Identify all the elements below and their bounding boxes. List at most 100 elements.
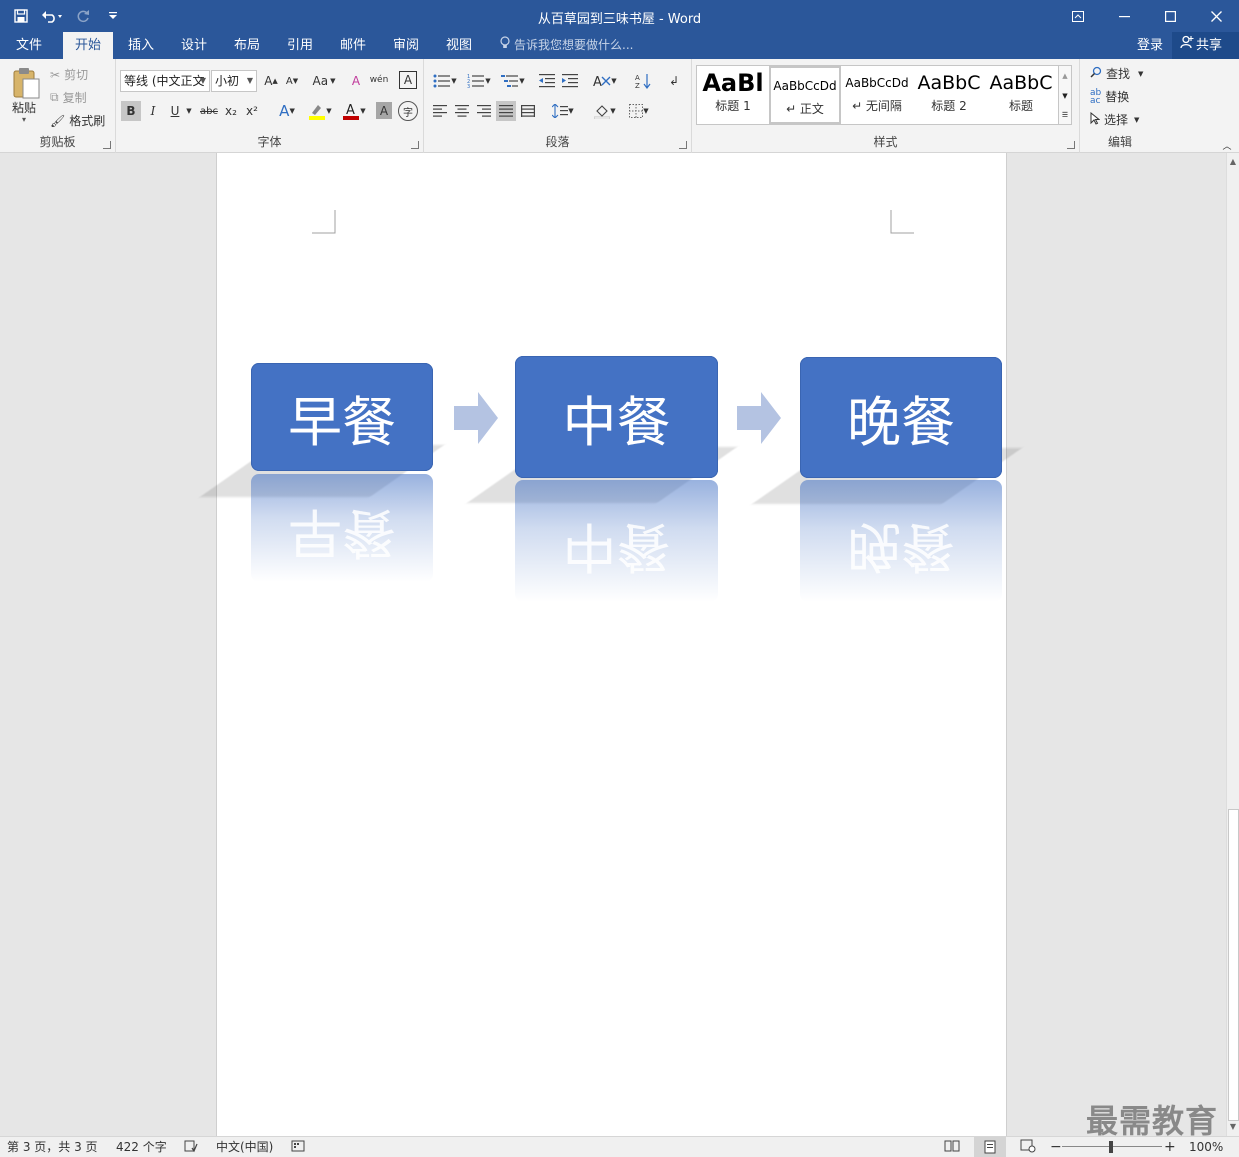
font-launcher-icon[interactable] xyxy=(411,141,419,149)
change-case-icon[interactable]: Aa ▼ xyxy=(309,71,339,91)
chinese-layout-icon[interactable]: A ▼ xyxy=(590,71,620,91)
sign-in-link[interactable]: 登录 xyxy=(1137,32,1163,59)
shading-icon[interactable]: ▼ xyxy=(590,101,620,121)
tab-insert[interactable]: 插入 xyxy=(116,32,166,59)
char-shading-icon[interactable]: A xyxy=(376,102,392,119)
tab-layout[interactable]: 布局 xyxy=(222,32,272,59)
style-no-spacing[interactable]: AaBbCcDd ↵ 无间隔 xyxy=(841,65,913,121)
smartart-shape-dinner[interactable]: 晚餐 xyxy=(800,357,1002,478)
redo-icon[interactable] xyxy=(70,4,96,28)
tab-home[interactable]: 开始 xyxy=(63,32,113,59)
style-title[interactable]: AaBbC 标题 xyxy=(985,65,1057,121)
align-right-icon[interactable] xyxy=(474,101,494,121)
show-formatting-marks-icon[interactable]: ↲ xyxy=(664,71,684,91)
font-name-combo[interactable]: 等线 (中文正文 ▼ xyxy=(120,70,210,92)
gallery-down-icon[interactable]: ▼ xyxy=(1059,86,1071,106)
char-border-icon[interactable]: A xyxy=(399,71,417,89)
superscript-button[interactable]: x² xyxy=(243,101,261,121)
decrease-indent-icon[interactable] xyxy=(537,71,557,91)
copy-button[interactable]: ⧉ 复制 xyxy=(50,89,87,106)
line-spacing-icon[interactable]: ▼ xyxy=(548,101,578,121)
minimize-icon[interactable] xyxy=(1101,0,1147,32)
italic-button[interactable]: I xyxy=(143,101,163,121)
style-heading-2[interactable]: AaBbC 标题 2 xyxy=(913,65,985,121)
tab-view[interactable]: 视图 xyxy=(434,32,484,59)
bold-button[interactable]: B xyxy=(121,101,141,121)
clear-formatting-icon[interactable]: A xyxy=(346,71,366,91)
shape-reflection: 中餐 xyxy=(515,480,718,602)
paste-label[interactable]: 粘贴 xyxy=(12,99,36,116)
phonetic-guide-icon[interactable]: wén xyxy=(368,69,390,91)
styles-launcher-icon[interactable] xyxy=(1067,141,1075,149)
customize-qat-icon[interactable] xyxy=(96,4,130,28)
highlight-color-icon[interactable]: ▼ xyxy=(306,101,334,121)
macro-recording-icon[interactable] xyxy=(291,1139,305,1156)
proofing-icon[interactable] xyxy=(184,1139,198,1156)
scroll-down-icon[interactable]: ▼ xyxy=(1227,1120,1239,1134)
clipboard-launcher-icon[interactable] xyxy=(103,141,111,149)
maximize-icon[interactable] xyxy=(1147,0,1193,32)
tab-references[interactable]: 引用 xyxy=(275,32,325,59)
status-bar: 第 3 页，共 3 页 422 个字 中文(中国) − + 100% xyxy=(0,1136,1239,1157)
collapse-ribbon-icon[interactable]: ︿ xyxy=(1220,139,1234,152)
tab-mailings[interactable]: 邮件 xyxy=(328,32,378,59)
styles-gallery-scroll[interactable]: ▲ ▼ ☰ xyxy=(1058,65,1072,125)
align-left-icon[interactable] xyxy=(430,101,450,121)
document-page[interactable]: 早餐 早餐 中餐 中餐 晚餐 晚餐 xyxy=(199,153,1022,1136)
borders-icon[interactable]: ▼ xyxy=(624,101,654,121)
replace-button[interactable]: ab ac 替换 xyxy=(1090,88,1129,105)
underline-dropdown-icon[interactable]: ▼ xyxy=(184,101,194,121)
strikethrough-button[interactable]: abc xyxy=(197,101,221,121)
zoom-out-icon[interactable]: − xyxy=(1050,1139,1062,1156)
smartart-shape-lunch[interactable]: 中餐 xyxy=(515,356,718,478)
tell-me-box[interactable]: 告诉我您想要做什么... xyxy=(500,32,633,59)
shrink-font-icon[interactable]: A ▼ xyxy=(283,71,301,91)
word-count[interactable]: 422 个字 xyxy=(116,1139,167,1156)
select-button[interactable]: 选择 ▼ xyxy=(1090,111,1139,128)
close-icon[interactable] xyxy=(1193,0,1239,32)
numbering-icon[interactable]: 1 2 3 ▼ xyxy=(464,71,494,91)
paragraph-launcher-icon[interactable] xyxy=(679,141,687,149)
style-normal[interactable]: AaBbCcDd ↵ 正文 xyxy=(769,66,841,124)
paste-dropdown-icon[interactable]: ▾ xyxy=(22,115,26,124)
share-button[interactable]: 共享 xyxy=(1172,32,1239,59)
font-color-icon[interactable]: A ▼ xyxy=(340,101,368,121)
multilevel-list-icon[interactable]: ▼ xyxy=(498,71,528,91)
vertical-scrollbar[interactable]: ▲ ▼ xyxy=(1226,153,1239,1136)
tab-file[interactable]: 文件 xyxy=(4,32,54,59)
web-layout-icon[interactable] xyxy=(1020,1139,1036,1156)
crop-mark-top-left xyxy=(312,210,336,234)
smartart-shape-breakfast[interactable]: 早餐 xyxy=(251,363,433,471)
language[interactable]: 中文(中国) xyxy=(216,1139,273,1156)
save-icon[interactable] xyxy=(8,4,34,28)
ribbon-display-options-icon[interactable] xyxy=(1055,0,1101,32)
paste-icon[interactable] xyxy=(8,65,44,101)
sort-icon[interactable]: AZ xyxy=(632,71,654,91)
print-layout-icon[interactable] xyxy=(974,1137,1006,1157)
text-effects-icon[interactable]: A ▼ xyxy=(274,101,300,121)
read-mode-icon[interactable] xyxy=(944,1139,960,1156)
zoom-slider-handle[interactable] xyxy=(1109,1141,1113,1153)
font-size-combo[interactable]: 小初 ▼ xyxy=(211,70,257,92)
underline-button[interactable]: U xyxy=(165,101,185,121)
style-heading-1[interactable]: AaBl 标题 1 xyxy=(697,65,769,121)
tab-design[interactable]: 设计 xyxy=(169,32,219,59)
grow-font-icon[interactable]: A ▲ xyxy=(262,71,280,91)
tab-review[interactable]: 审阅 xyxy=(381,32,431,59)
increase-indent-icon[interactable] xyxy=(560,71,580,91)
undo-icon[interactable] xyxy=(34,4,70,28)
cut-button[interactable]: ✂ 剪切 xyxy=(50,66,88,83)
scrollbar-thumb[interactable] xyxy=(1228,809,1239,1121)
scroll-up-icon[interactable]: ▲ xyxy=(1227,155,1239,169)
page-count[interactable]: 第 3 页，共 3 页 xyxy=(7,1139,98,1156)
find-button[interactable]: 查找 ▼ xyxy=(1090,65,1143,82)
bullets-icon[interactable]: ▼ xyxy=(430,71,460,91)
distributed-icon[interactable] xyxy=(518,101,538,121)
gallery-up-icon[interactable]: ▲ xyxy=(1059,66,1071,86)
justify-icon[interactable] xyxy=(496,101,516,121)
format-painter-button[interactable]: 🖌 格式刷 xyxy=(50,112,105,129)
subscript-button[interactable]: x₂ xyxy=(222,101,240,121)
gallery-more-icon[interactable]: ☰ xyxy=(1059,106,1071,124)
enclose-characters-icon[interactable]: 字 xyxy=(398,101,418,121)
align-center-icon[interactable] xyxy=(452,101,472,121)
